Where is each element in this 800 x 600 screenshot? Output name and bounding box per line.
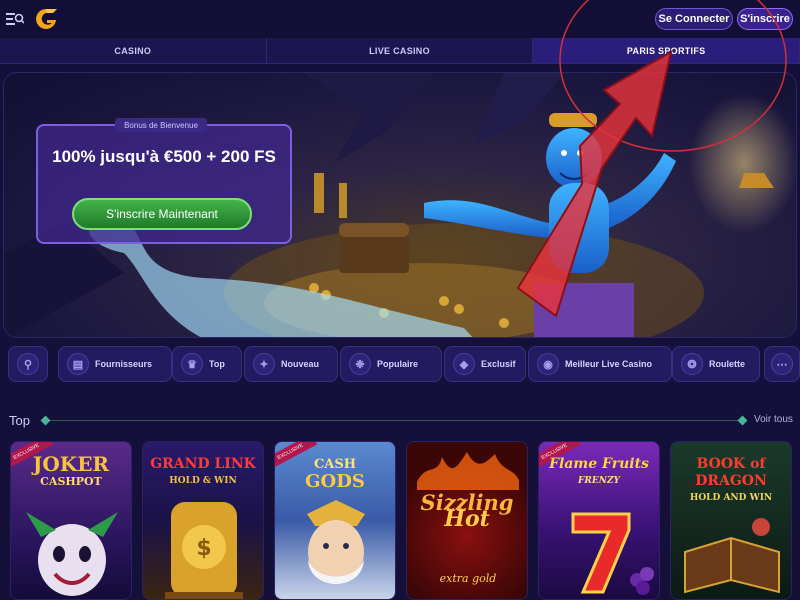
chip-providers[interactable]: ▤ Fournisseurs xyxy=(58,346,172,382)
chip-exclusive-label: Exclusif xyxy=(481,359,516,369)
signup-now-button[interactable]: S'inscrire Maintenant xyxy=(72,198,252,230)
chip-search[interactable]: ⚲ xyxy=(8,346,48,382)
game-tile-sizzling-hot[interactable]: Sizzling Hot extra gold xyxy=(406,441,528,600)
roulette-icon: ❂ xyxy=(681,353,703,375)
flames-image: extra gold xyxy=(417,452,519,585)
chip-exclusive[interactable]: ◆ Exclusif xyxy=(444,346,526,382)
logo[interactable] xyxy=(33,7,59,31)
more-icon: ⋯ xyxy=(771,353,793,375)
games-row: EXCLUSIVE JOKER CASHPOT GRAND LINK HOLD … xyxy=(0,441,800,600)
chip-more[interactable]: ⋯ xyxy=(764,346,800,382)
section-title: Top xyxy=(9,413,30,428)
flame-icon: ❉ xyxy=(349,353,371,375)
chip-best-live-casino[interactable]: ◉ Meilleur Live Casino xyxy=(528,346,672,382)
live-icon: ◉ xyxy=(537,353,559,375)
section-divider xyxy=(44,420,744,421)
diamond-icon: ◆ xyxy=(453,353,475,375)
section-divider-dot-left xyxy=(40,415,51,426)
chip-new-label: Nouveau xyxy=(281,359,320,369)
sparkle-icon: ✦ xyxy=(253,353,275,375)
category-chips: ⚲ ▤ Fournisseurs ♛ Top ✦ Nouveau ❉ Popul… xyxy=(8,346,800,382)
section-divider-dot-right xyxy=(737,415,748,426)
svg-text:extra gold: extra gold xyxy=(440,572,497,585)
tab-live-casino[interactable]: LIVE CASINO xyxy=(267,38,534,63)
signup-button[interactable]: S'inscrire xyxy=(737,8,793,30)
game-tile-joker-cashpot[interactable]: EXCLUSIVE JOKER CASHPOT xyxy=(10,441,132,600)
svg-text:$: $ xyxy=(196,536,211,561)
chip-popular-label: Populaire xyxy=(377,359,419,369)
search-icon: ⚲ xyxy=(17,353,39,375)
game-tile-book-of-dragon[interactable]: BOOK of DRAGON HOLD AND WIN xyxy=(670,441,792,600)
book-image xyxy=(684,518,780,594)
providers-icon: ▤ xyxy=(67,353,89,375)
game-tile-grand-link[interactable]: GRAND LINK HOLD & WIN $ xyxy=(142,441,264,600)
chip-top-label: Top xyxy=(209,359,225,369)
game-tile-flame-fruits[interactable]: EXCLUSIVE Flame Fruits FRENZY xyxy=(538,441,660,600)
chip-roulette-label: Roulette xyxy=(709,359,745,369)
game-tile-cash-of-gods[interactable]: EXCLUSIVE CASH GODS xyxy=(274,441,396,600)
zeus-image xyxy=(307,500,365,584)
main-tabs: CASINO LIVE CASINO PARIS SPORTIFS xyxy=(0,38,800,64)
chip-best-live-casino-label: Meilleur Live Casino xyxy=(565,359,653,369)
top-bar: Se Connecter S'inscrire xyxy=(0,0,800,38)
tab-casino[interactable]: CASINO xyxy=(0,38,267,63)
train-image: $ xyxy=(165,502,243,599)
bonus-title: 100% jusqu'à €500 + 200 FS xyxy=(52,147,276,166)
crown-icon: ♛ xyxy=(181,353,203,375)
chip-roulette[interactable]: ❂ Roulette xyxy=(672,346,760,382)
chip-providers-label: Fournisseurs xyxy=(95,359,153,369)
chip-top[interactable]: ♛ Top xyxy=(172,346,242,382)
see-all-link[interactable]: Voir tous xyxy=(754,414,793,425)
login-button[interactable]: Se Connecter xyxy=(655,8,733,30)
bonus-tag: Bonus de Bienvenue xyxy=(115,118,207,132)
chip-new[interactable]: ✦ Nouveau xyxy=(244,346,338,382)
chip-popular[interactable]: ❉ Populaire xyxy=(340,346,442,382)
menu-search-icon[interactable] xyxy=(6,11,25,27)
tab-sports-betting[interactable]: PARIS SPORTIFS xyxy=(533,38,800,63)
joker-face-image xyxy=(26,512,118,596)
seven-symbol-image xyxy=(571,512,654,595)
